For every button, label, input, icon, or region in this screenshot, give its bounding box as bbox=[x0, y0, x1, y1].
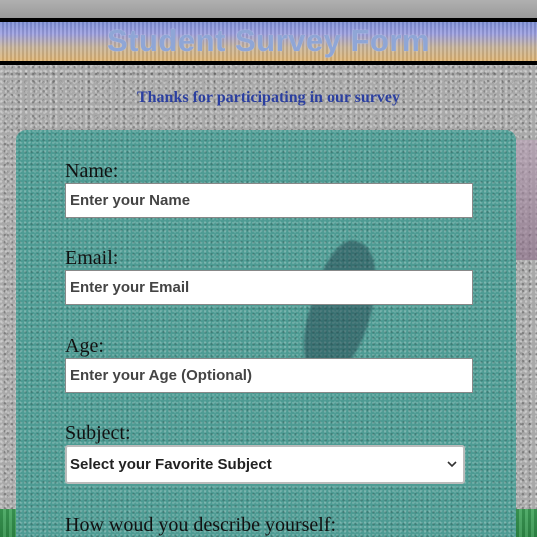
email-input[interactable] bbox=[65, 270, 473, 305]
survey-subtitle: Thanks for participating in our survey bbox=[136, 89, 400, 106]
subject-select[interactable]: Select your Favorite Subject bbox=[65, 445, 465, 484]
age-label: Age: bbox=[65, 335, 104, 357]
name-label: Name: bbox=[65, 160, 119, 182]
chevron-down-icon bbox=[447, 457, 457, 471]
background-top-strip bbox=[0, 0, 537, 18]
page-title: Student Survey Form bbox=[107, 23, 430, 58]
email-label: Email: bbox=[65, 247, 119, 269]
background-decoration bbox=[515, 140, 537, 260]
name-input[interactable] bbox=[65, 183, 473, 218]
subject-select-value: Select your Favorite Subject bbox=[70, 456, 272, 473]
page-header: Student Survey Form bbox=[0, 18, 537, 65]
describe-label: How woud you describe yourself: bbox=[65, 514, 337, 536]
subject-label: Subject: bbox=[65, 422, 131, 444]
age-input[interactable] bbox=[65, 358, 473, 393]
